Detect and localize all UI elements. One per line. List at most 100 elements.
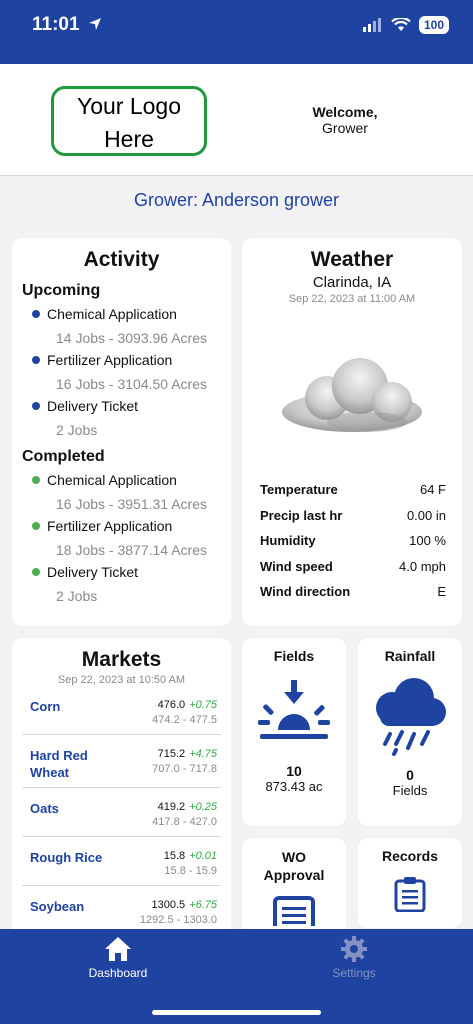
logo-line-2: Here (104, 126, 154, 152)
market-range: 15.8 - 15.9 (164, 865, 217, 877)
market-row[interactable]: Hard Red Wheat 715.2 +4.75 707.0 - 717.8 (22, 735, 221, 788)
activity-item-label: Chemical Application (47, 472, 177, 488)
weather-row-value: 100 % (409, 533, 446, 548)
market-price: 419.2 (157, 801, 186, 813)
weather-row: Wind direction E (260, 584, 446, 610)
fields-tile[interactable]: Fields 10 873.43 ac (242, 638, 346, 826)
markets-title: Markets (81, 648, 162, 671)
rainfall-tile[interactable]: Rainfall 0 Fields (358, 638, 462, 826)
completed-title: Completed (22, 448, 105, 465)
market-range: 1292.5 - 1303.0 (139, 914, 217, 926)
activity-item[interactable]: Delivery Ticket (22, 564, 221, 580)
rain-cloud-icon (376, 678, 446, 756)
market-values: 1300.5 +6.75 1292.5 - 1303.0 (140, 892, 217, 928)
market-row[interactable]: Soybean 1300.5 +6.75 1292.5 - 1303.0 (22, 886, 221, 935)
weather-row-label: Wind speed (260, 558, 333, 574)
list-icon (273, 896, 315, 940)
weather-row: Wind speed 4.0 mph (260, 559, 446, 585)
weather-datetime: Sep 22, 2023 at 11:00 AM (288, 293, 416, 305)
bullet-dot-icon (32, 310, 40, 318)
activity-title: Activity (83, 248, 160, 271)
nav-dashboard[interactable]: Dashboard (58, 935, 178, 980)
wo-approval-tile[interactable]: WO Approval (242, 838, 346, 940)
activity-item[interactable]: Delivery Ticket (22, 398, 221, 414)
weather-row: Temperature 64 F (260, 482, 446, 508)
activity-item-summary: 2 Jobs (56, 422, 98, 438)
markets-datetime: Sep 22, 2023 at 10:50 AM (57, 674, 186, 686)
activity-item[interactable]: Fertilizer Application (22, 518, 221, 534)
rainfall-title: Rainfall (384, 648, 436, 664)
market-values: 715.2 +4.75 707.0 - 717.8 (152, 741, 217, 781)
market-commodity-name: Hard Red Wheat (30, 748, 88, 780)
upcoming-list: Chemical Application 14 Jobs - 3093.96 Ac… (22, 306, 221, 438)
market-values: 15.8 +0.01 15.8 - 15.9 (164, 843, 217, 879)
welcome-line-1: Welcome, (312, 104, 378, 120)
cloudy-icon (272, 350, 432, 450)
weather-row-label: Humidity (260, 533, 316, 548)
activity-item[interactable]: Chemical Application (22, 472, 221, 488)
activity-item-label: Fertilizer Application (47, 518, 173, 534)
activity-item[interactable]: Fertilizer Application (22, 352, 221, 368)
weather-row-label: Temperature (260, 482, 338, 497)
nav-settings[interactable]: Settings (294, 935, 414, 980)
weather-row: Precip last hr 0.00 in (260, 508, 446, 534)
bullet-dot-icon (32, 522, 40, 530)
weather-row-value: 0.00 in (406, 507, 446, 523)
market-values: 476.0 +0.75 474.2 - 477.5 (152, 692, 217, 728)
nav-dashboard-label: Dashboard (88, 966, 148, 980)
bullet-dot-icon (32, 476, 40, 484)
market-change: +0.01 (189, 850, 217, 862)
market-row[interactable]: Oats 419.2 +0.25 417.8 - 427.0 (22, 788, 221, 837)
nav-settings-label: Settings (332, 966, 376, 980)
grower-selector[interactable]: Grower: Anderson grower (0, 190, 473, 211)
bullet-dot-icon (32, 356, 40, 364)
activity-item-summary: 16 Jobs - 3951.31 Acres (56, 496, 207, 512)
bullet-dot-icon (32, 402, 40, 410)
clipboard-icon (394, 877, 426, 913)
status-indicators: 100 (362, 16, 449, 34)
activity-item-summary: 2 Jobs (56, 588, 98, 604)
market-range: 707.0 - 717.8 (152, 763, 217, 775)
bullet-dot-icon (32, 568, 40, 576)
weather-row-label: Wind direction (260, 584, 351, 599)
bottom-nav: Dashboard Settings (0, 929, 473, 1024)
activity-item-summary: 14 Jobs - 3093.96 Acres (56, 330, 207, 346)
weather-card[interactable]: Weather Clarinda, IA Sep 22, 2023 at 11:… (242, 238, 462, 626)
rainfall-count: 0 (406, 767, 414, 783)
home-indicator[interactable] (152, 1010, 321, 1015)
market-range: 474.2 - 477.5 (152, 714, 217, 726)
market-range: 417.8 - 427.0 (152, 816, 217, 828)
markets-card[interactable]: Markets Sep 22, 2023 at 10:50 AM Corn 476… (12, 638, 231, 938)
wifi-icon (391, 18, 411, 31)
weather-row-label: Precip last hr (260, 507, 343, 523)
records-tile[interactable]: Records (358, 838, 462, 928)
activity-item-label: Delivery Ticket (47, 564, 139, 580)
market-list: Corn 476.0 +0.75 474.2 - 477.5 Hard Red Whea… (22, 686, 221, 938)
fields-acres: 873.43 ac (265, 779, 323, 794)
status-bar: 11:01 100 (0, 0, 473, 64)
market-price: 715.2 (157, 748, 186, 760)
home-icon (105, 937, 131, 961)
activity-item-summary: 18 Jobs - 3877.14 Acres (56, 542, 207, 558)
wo-approval-title: WO Approval (263, 849, 325, 883)
activity-card[interactable]: Activity Upcoming Chemical Application 14… (12, 238, 231, 626)
activity-item-label: Chemical Application (47, 306, 177, 322)
market-commodity-name: Rough Rice (30, 850, 103, 865)
sunrise-icon (258, 680, 330, 739)
weather-row-value: E (437, 584, 446, 599)
logo-placeholder: Your Logo Here (51, 86, 207, 156)
welcome-message: Welcome, Grower (290, 104, 400, 136)
weather-title: Weather (310, 248, 394, 271)
fields-title: Fields (273, 648, 315, 664)
market-price: 15.8 (163, 850, 186, 862)
market-row[interactable]: Corn 476.0 +0.75 474.2 - 477.5 (22, 686, 221, 735)
market-commodity-name: Corn (30, 699, 61, 714)
fields-count: 10 (286, 763, 302, 779)
signal-icon (362, 18, 381, 32)
activity-item-label: Delivery Ticket (47, 398, 139, 414)
app-header: Your Logo Here Welcome, Grower (0, 64, 473, 176)
market-change: +0.75 (189, 699, 217, 711)
activity-item-label: Fertilizer Application (47, 352, 173, 368)
activity-item[interactable]: Chemical Application (22, 306, 221, 322)
market-row[interactable]: Rough Rice 15.8 +0.01 15.8 - 15.9 (22, 837, 221, 886)
